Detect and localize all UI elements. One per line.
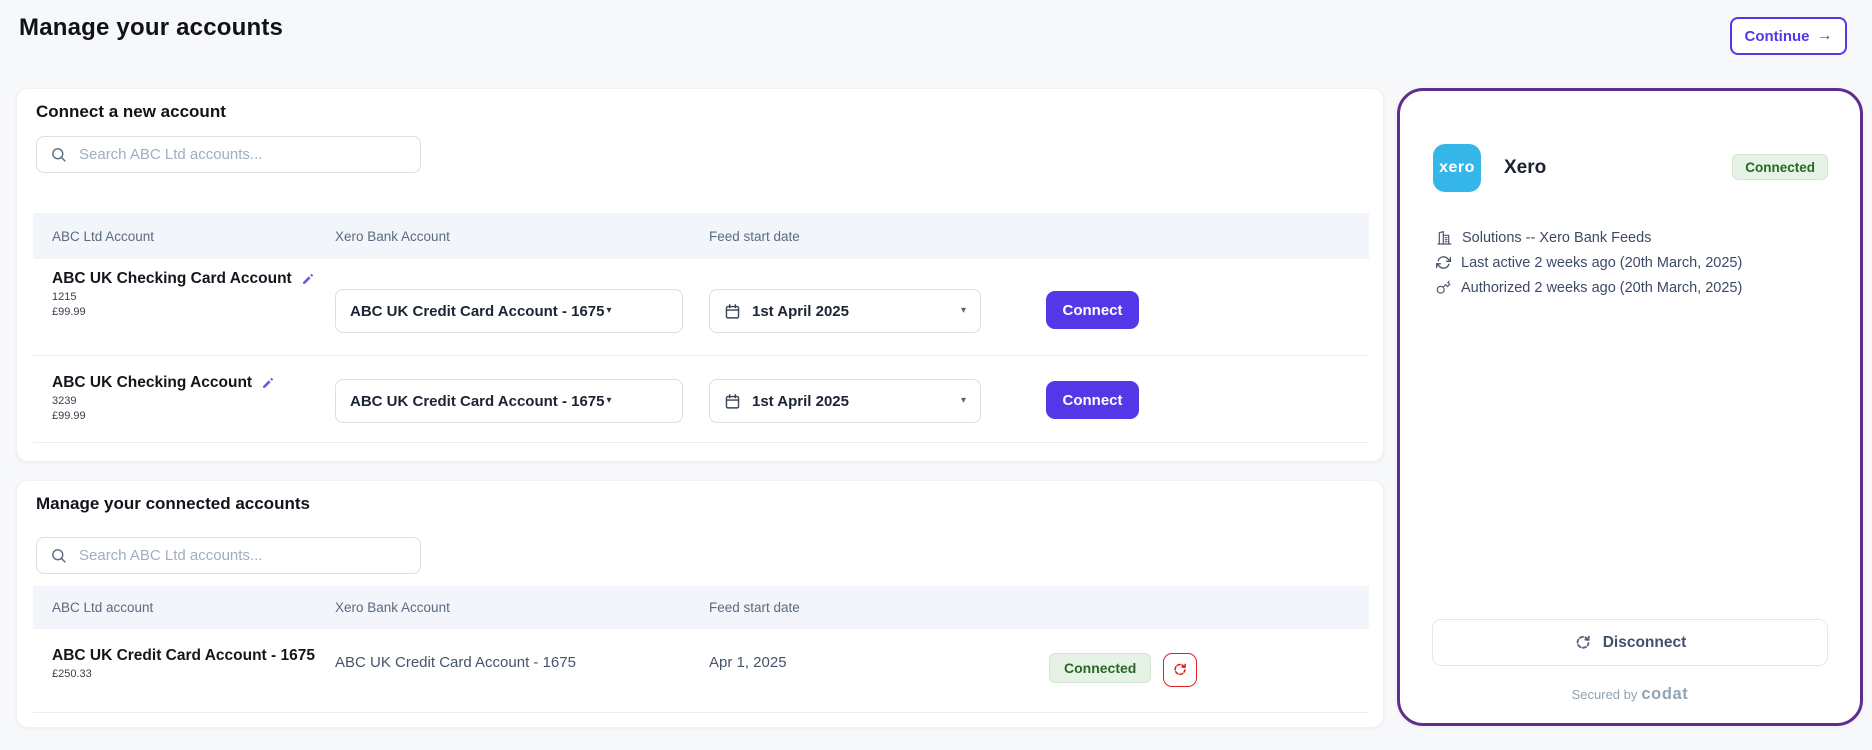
account-balance: £99.99 xyxy=(52,410,275,422)
account-cell: ABC UK Checking Account 3239 £99.99 xyxy=(52,374,275,422)
column-abc-ltd-account: ABC Ltd Account xyxy=(52,213,154,259)
status-badge: Connected xyxy=(1732,154,1828,180)
chevron-down-icon: ▾ xyxy=(961,396,966,406)
search-box xyxy=(36,537,421,574)
connected-account-row: ABC UK Credit Card Account - 1675 £250.3… xyxy=(33,629,1369,713)
disconnect-button[interactable]: Disconnect xyxy=(1432,619,1828,666)
secured-by-footer: Secured bycodat xyxy=(1400,685,1860,704)
column-feed-start-date: Feed start date xyxy=(709,586,800,629)
account-cell: ABC UK Credit Card Account - 1675 £250.3… xyxy=(52,647,315,680)
column-abc-ltd-account: ABC Ltd account xyxy=(52,586,153,629)
continue-label: Continue xyxy=(1745,28,1810,45)
feed-start-date-picker[interactable]: 1st April 2025 ▾ xyxy=(709,379,981,423)
search-icon xyxy=(50,547,67,564)
integration-panel: xero Xero Connected Solutions -- Xero Ba… xyxy=(1397,88,1863,726)
connected-accounts-card: Manage your connected accounts ABC Ltd a… xyxy=(16,480,1384,728)
chevron-down-icon: ▾ xyxy=(607,396,612,406)
selected-date: 1st April 2025 xyxy=(752,303,849,320)
calendar-icon xyxy=(724,393,741,410)
selected-bank-account: ABC UK Credit Card Account - 1675 xyxy=(350,303,605,320)
connect-button[interactable]: Connect xyxy=(1046,381,1139,419)
table-row: ABC UK Checking Account 3239 £99.99 ABC … xyxy=(33,356,1369,443)
detail-text: Solutions -- Xero Bank Feeds xyxy=(1462,230,1651,246)
column-xero-bank-account: Xero Bank Account xyxy=(335,586,450,629)
key-icon xyxy=(1436,280,1451,295)
xero-logo: xero xyxy=(1433,144,1481,192)
chevron-down-icon: ▾ xyxy=(607,306,612,316)
search-input[interactable] xyxy=(77,145,401,164)
continue-button[interactable]: Continue → xyxy=(1730,17,1847,55)
account-number: 1215 xyxy=(52,291,315,303)
search-box xyxy=(36,136,421,173)
disconnect-account-button[interactable] xyxy=(1163,653,1197,687)
disconnect-icon xyxy=(1172,662,1188,678)
detail-authorized: Authorized 2 weeks ago (20th March, 2025… xyxy=(1436,275,1742,300)
selected-bank-account: ABC UK Credit Card Account - 1675 xyxy=(350,393,605,410)
column-feed-start-date: Feed start date xyxy=(709,213,800,259)
table-row: ABC UK Checking Card Account 1215 £99.99… xyxy=(33,259,1369,356)
detail-text: Authorized 2 weeks ago (20th March, 2025… xyxy=(1461,280,1742,296)
calendar-icon xyxy=(724,303,741,320)
connect-section-title: Connect a new account xyxy=(36,102,226,122)
codat-logo: codat xyxy=(1641,685,1688,703)
account-name: ABC UK Credit Card Account - 1675 xyxy=(52,647,315,665)
arrow-right-icon: → xyxy=(1817,28,1833,44)
xero-bank-account-select[interactable]: ABC UK Credit Card Account - 1675 ▾ xyxy=(335,289,683,333)
detail-solutions: Solutions -- Xero Bank Feeds xyxy=(1436,225,1742,250)
integration-details: Solutions -- Xero Bank Feeds Last active… xyxy=(1436,225,1742,300)
account-cell: ABC UK Checking Card Account 1215 £99.99 xyxy=(52,270,315,318)
page-title: Manage your accounts xyxy=(19,14,283,42)
connect-button[interactable]: Connect xyxy=(1046,291,1139,329)
search-input[interactable] xyxy=(77,546,401,565)
search-icon xyxy=(50,146,67,163)
edit-pencil-icon[interactable] xyxy=(260,376,275,391)
column-xero-bank-account: Xero Bank Account xyxy=(335,213,450,259)
account-balance: £99.99 xyxy=(52,306,315,318)
integration-name: Xero xyxy=(1504,157,1546,179)
account-balance: £250.33 xyxy=(52,668,315,680)
table-header: ABC Ltd account Xero Bank Account Feed s… xyxy=(33,586,1369,629)
disconnect-icon xyxy=(1574,634,1592,652)
selected-date: 1st April 2025 xyxy=(752,393,849,410)
linked-bank-account: ABC UK Credit Card Account - 1675 xyxy=(335,654,576,671)
feed-start-date-picker[interactable]: 1st April 2025 ▾ xyxy=(709,289,981,333)
account-name: ABC UK Checking Card Account xyxy=(52,270,292,288)
detail-last-active: Last active 2 weeks ago (20th March, 202… xyxy=(1436,250,1742,275)
refresh-icon xyxy=(1436,255,1451,270)
feed-start-date-value: Apr 1, 2025 xyxy=(709,654,787,671)
status-badge: Connected xyxy=(1049,653,1151,683)
edit-pencil-icon[interactable] xyxy=(300,272,315,287)
chevron-down-icon: ▾ xyxy=(961,306,966,316)
connect-new-account-card: Connect a new account ABC Ltd Account Xe… xyxy=(16,88,1384,462)
manage-accounts-screen: Manage your accounts Continue → Connect … xyxy=(0,0,1872,750)
table-header: ABC Ltd Account Xero Bank Account Feed s… xyxy=(33,213,1369,259)
xero-bank-account-select[interactable]: ABC UK Credit Card Account - 1675 ▾ xyxy=(335,379,683,423)
account-number: 3239 xyxy=(52,395,275,407)
detail-text: Last active 2 weeks ago (20th March, 202… xyxy=(1461,255,1742,271)
disconnect-label: Disconnect xyxy=(1603,634,1687,652)
xero-logo-text: xero xyxy=(1439,159,1475,177)
secured-by-text: Secured by xyxy=(1572,687,1638,702)
bank-icon xyxy=(1436,230,1452,246)
connected-section-title: Manage your connected accounts xyxy=(36,494,310,514)
account-name: ABC UK Checking Account xyxy=(52,374,252,392)
